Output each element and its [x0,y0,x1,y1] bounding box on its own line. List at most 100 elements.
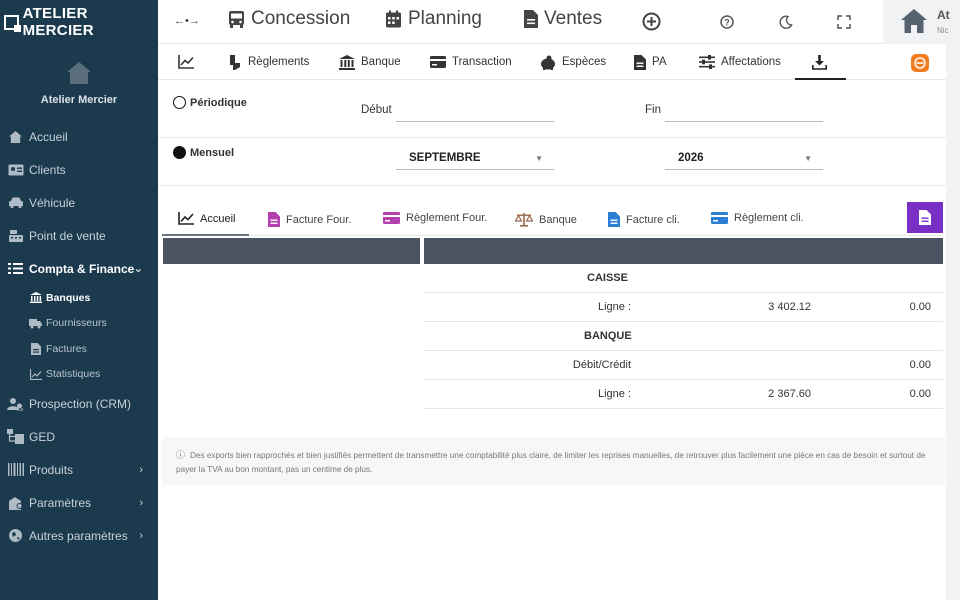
sidebar-item-parametres[interactable]: Paramètres › [0,486,158,519]
sidebar-subitem-label: Factures [46,342,87,355]
row-label: Ligne : [597,388,631,400]
brand[interactable]: ATELIER MERCIER [0,0,158,44]
periodique-radio[interactable]: Périodique [173,96,247,109]
tab-label: Affectations [721,56,781,68]
sidebar-subitem-label: Fournisseurs [46,317,107,330]
id-card-icon [7,161,24,178]
folder-tree-icon [7,428,24,445]
sidebar-subitem-banques[interactable]: Banques [0,285,158,311]
fin-label: Fin [645,104,661,116]
sidebar-item-autres-parametres[interactable]: Autres paramètres › [0,519,158,552]
row-label: Ligne : [597,301,631,313]
collapse-sidebar-icon[interactable]: ←•→ [174,15,200,27]
topnav-label: Concession [251,8,351,29]
sidebar-subitem-statistiques[interactable]: Statistiques [0,362,158,388]
sidebar-item-vehicule[interactable]: Véhicule [0,186,158,219]
sidebar-item-clients[interactable]: Clients [0,153,158,186]
sidebar-item-label: Autres paramètres [29,528,128,543]
sidebar-item-label: Produits [29,462,74,477]
chevron-right-icon: › [139,529,143,542]
user-subtitle: Nic [937,26,949,35]
radio-unchecked-icon [173,96,186,109]
subtab-banque[interactable]: Banque [515,212,577,227]
subtab-label: Règlement Four. [406,212,488,224]
truck-icon [29,317,42,329]
export-action-button[interactable] [911,54,929,72]
sidebar-subitem-fournisseurs[interactable]: Fournisseurs [0,311,158,337]
file-icon [524,10,538,28]
file-icon [268,212,280,227]
row-value: 2 367.60 [768,388,811,400]
list-icon [7,260,24,277]
user-gear-icon [7,494,24,511]
mensuel-row: Mensuel SEPTEMBRE ▼ 2026 ▼ [158,138,946,186]
subtab-facture-four[interactable]: Facture Four. [268,212,351,227]
section-label: CAISSE [587,272,628,284]
sidebar-item-prospection[interactable]: Prospection (CRM) [0,387,158,420]
subtab-accueil[interactable]: Accueil [178,212,235,225]
table-row: Ligne : 3 402.12 0.00 [424,293,943,322]
sidebar-subitem-label: Banques [46,291,91,304]
mensuel-radio[interactable]: Mensuel [173,146,234,159]
sidebar-subitem-factures[interactable]: Factures [0,336,158,362]
export-file-button[interactable] [907,202,943,233]
year-select[interactable]: 2026 ▼ [665,152,823,170]
row-value: 0.00 [909,359,931,371]
row-value: 0.00 [909,301,931,313]
home-icon [67,62,91,84]
subtab-label: Facture cli. [626,213,680,226]
download-icon [812,54,827,70]
add-circle-icon[interactable] [642,12,661,31]
user-name: At [937,8,950,22]
topnav-concession[interactable]: Concession [228,8,350,30]
sidebar-item-produits[interactable]: Produits › [0,453,158,486]
tab-affectations[interactable]: Affectations [699,52,781,72]
sidebar-item-point-de-vente[interactable]: Point de vente [0,219,158,252]
fin-input[interactable] [665,121,823,122]
brand-logo-icon [4,14,21,32]
topnav-planning[interactable]: Planning [385,8,482,30]
subtab-reglement-four[interactable]: Règlement Four. [383,212,487,224]
tab-overview[interactable] [178,52,200,72]
file-icon [29,342,42,355]
chevron-right-icon: › [139,463,143,476]
subtab-reglement-cli[interactable]: Règlement cli. [711,212,804,224]
scale-icon [515,212,533,227]
table-row-section: CAISSE [424,264,943,293]
credit-card-icon [711,212,728,224]
month-select[interactable]: SEPTEMBRE ▼ [396,152,554,170]
section-label: BANQUE [584,330,632,342]
brand-name: ATELIER MERCIER [22,5,94,39]
table-header-right [424,238,943,264]
table-row: Débit/Crédit 0.00 [424,351,943,380]
sidebar-item-compta-finance[interactable]: Compta & Finance ⌄ [0,252,158,285]
dark-mode-moon-icon[interactable] [779,15,793,29]
tab-banque[interactable]: Banque [339,52,401,72]
main-panel: Règlements Banque Transaction Espèces PA… [158,44,946,600]
subtab-facture-cli[interactable]: Facture cli. [608,212,680,227]
tab-pa[interactable]: PA [634,52,667,72]
home-icon [899,7,929,40]
topnav-ventes[interactable]: Ventes [524,8,602,30]
subtab-label: Facture Four. [286,213,352,226]
sidebar-item-accueil[interactable]: Accueil [0,120,158,153]
caret-down-icon: ▼ [804,154,812,163]
radio-checked-icon [173,146,186,159]
sidebar-item-label: Prospection (CRM) [29,396,132,411]
debut-input[interactable] [396,121,554,122]
info-note: ⓘ Des exports bien rapprochés et bien jus… [176,448,926,477]
tab-especes[interactable]: Espèces [540,52,606,72]
sidebar-item-label: Point de vente [29,228,106,243]
help-icon[interactable]: ? [720,15,734,29]
tab-reglements[interactable]: Règlements [228,52,309,72]
tab-export[interactable] [812,52,833,72]
database-icon [914,57,926,69]
sidebar-item-ged[interactable]: GED [0,420,158,453]
bank-icon [339,54,355,70]
sidebar-item-label: GED [29,429,56,444]
sidebar: ATELIER MERCIER Atelier Mercier Accueil … [0,0,158,600]
tab-transaction[interactable]: Transaction [430,52,512,72]
fullscreen-icon[interactable] [837,15,851,29]
hand-coin-icon [228,54,242,70]
user-menu[interactable]: At Nic [883,0,960,44]
